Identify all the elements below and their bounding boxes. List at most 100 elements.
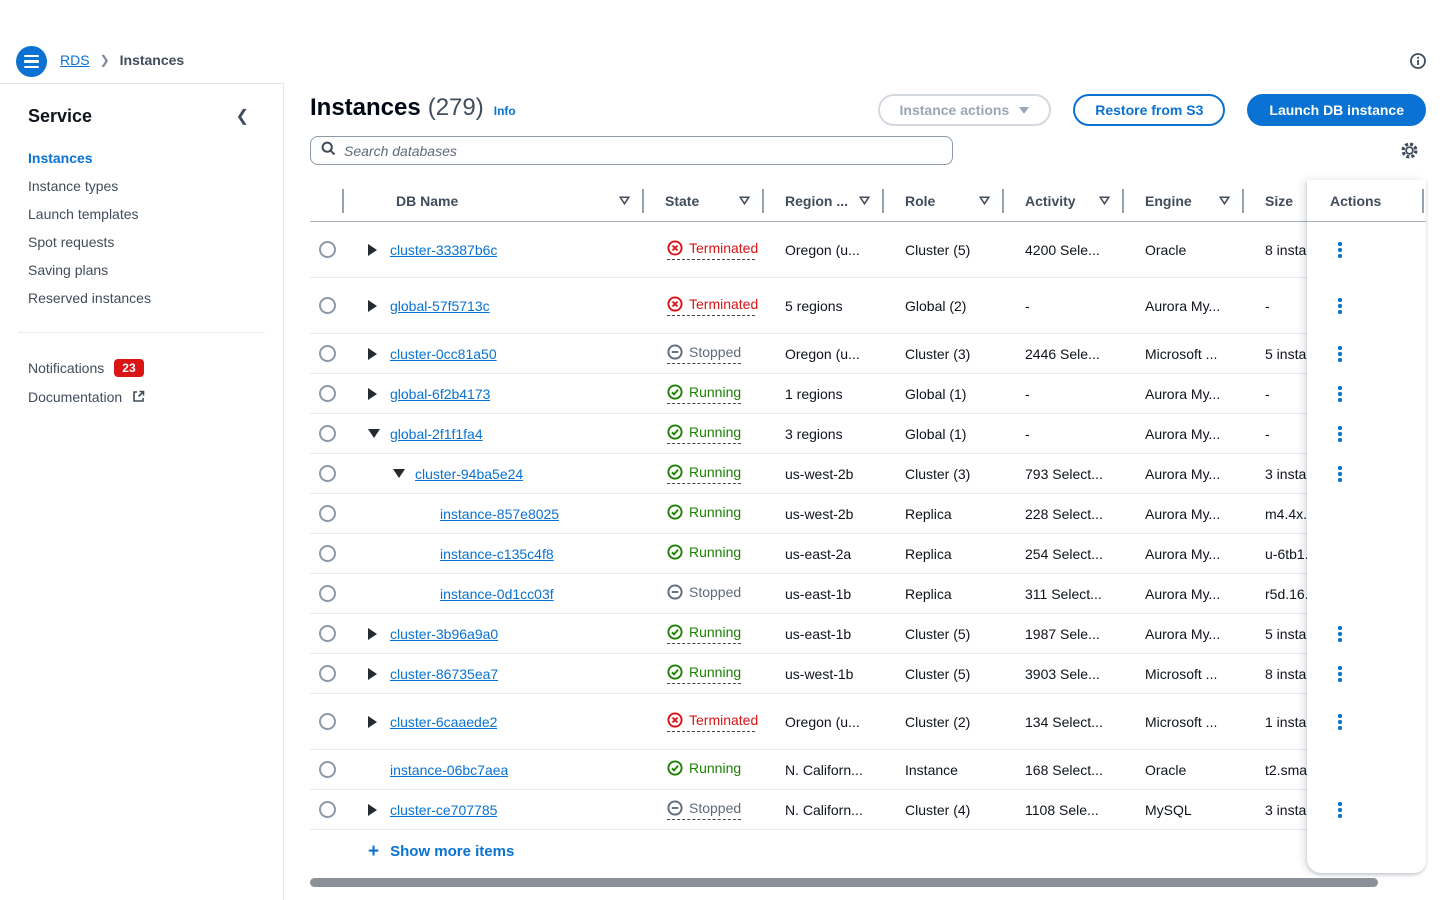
row-actions-kebab[interactable] xyxy=(1334,238,1346,262)
db-name-link[interactable]: global-2f1f1fa4 xyxy=(390,426,483,442)
db-name-link[interactable]: cluster-3b96a9a0 xyxy=(390,626,498,642)
state-indicator[interactable]: Running xyxy=(667,383,741,405)
role-cell: Cluster (2) xyxy=(884,714,1004,730)
launch-db-instance-button[interactable]: Launch DB instance xyxy=(1247,94,1426,126)
state-indicator[interactable]: Running xyxy=(667,423,741,445)
state-indicator[interactable]: Terminated xyxy=(667,711,755,733)
table-row: instance-0d1cc03fStoppedus-east-1bReplic… xyxy=(310,574,1426,614)
db-name-link[interactable]: cluster-94ba5e24 xyxy=(415,466,523,482)
row-select-radio[interactable] xyxy=(319,585,336,602)
db-name-link[interactable]: instance-c135c4f8 xyxy=(440,546,554,562)
sidebar-item-notifications[interactable]: Notifications 23 xyxy=(28,353,255,382)
row-select-radio[interactable] xyxy=(319,345,336,362)
breadcrumb: RDS ❯ Instances xyxy=(60,52,184,68)
instance-actions-button[interactable]: Instance actions xyxy=(878,94,1052,126)
db-name-link[interactable]: cluster-6caaede2 xyxy=(390,714,497,730)
terminated-icon xyxy=(667,240,683,256)
expand-toggle-icon[interactable] xyxy=(368,244,380,256)
menu-hamburger-icon[interactable] xyxy=(16,46,47,77)
row-actions-kebab[interactable] xyxy=(1334,382,1346,406)
db-name-link[interactable]: instance-0d1cc03f xyxy=(440,586,554,602)
row-actions-kebab[interactable] xyxy=(1334,294,1346,318)
triangle-right-icon xyxy=(368,668,377,680)
db-name-link[interactable]: cluster-0cc81a50 xyxy=(390,346,497,362)
show-more-items[interactable]: + Show more items xyxy=(310,830,1426,873)
row-actions-kebab[interactable] xyxy=(1334,422,1346,446)
db-name-link[interactable]: instance-06bc7aea xyxy=(390,762,508,778)
state-indicator[interactable]: Terminated xyxy=(667,239,755,261)
sidebar-collapse-icon[interactable]: ❮ xyxy=(230,104,255,128)
sort-icon[interactable] xyxy=(619,196,644,205)
state-cell: Running xyxy=(644,759,764,780)
row-actions-kebab[interactable] xyxy=(1334,462,1346,486)
expand-toggle-icon[interactable] xyxy=(368,429,380,438)
db-name-link[interactable]: cluster-86735ea7 xyxy=(390,666,498,682)
state-indicator[interactable]: Running xyxy=(667,623,741,645)
sidebar-item-instances[interactable]: Instances xyxy=(28,144,255,172)
sidebar-item-spot-requests[interactable]: Spot requests xyxy=(28,228,255,256)
row-select-radio[interactable] xyxy=(319,801,336,818)
row-select-radio[interactable] xyxy=(319,241,336,258)
horizontal-scrollbar[interactable] xyxy=(310,878,1378,887)
expand-toggle-icon[interactable] xyxy=(368,628,380,640)
row-actions-kebab[interactable] xyxy=(1334,342,1346,366)
settings-gear-icon[interactable] xyxy=(1399,140,1420,166)
state-indicator[interactable]: Stopped xyxy=(667,799,741,821)
sort-icon[interactable] xyxy=(979,196,1004,205)
row-select-radio[interactable] xyxy=(319,761,336,778)
search-input[interactable] xyxy=(344,143,942,159)
row-select-radio[interactable] xyxy=(319,385,336,402)
sidebar-item-saving-plans[interactable]: Saving plans xyxy=(28,256,255,284)
expand-toggle-icon[interactable] xyxy=(368,668,380,680)
db-name-link[interactable]: instance-857e8025 xyxy=(440,506,559,522)
rds-instances-page: RDS ❯ Instances Service ❮ InstancesInsta… xyxy=(0,0,1450,900)
expand-toggle-icon[interactable] xyxy=(393,469,405,478)
sort-icon[interactable] xyxy=(859,196,884,205)
row-select-radio[interactable] xyxy=(319,297,336,314)
sort-icon[interactable] xyxy=(739,196,764,205)
row-select-radio[interactable] xyxy=(319,665,336,682)
row-actions-kebab[interactable] xyxy=(1334,710,1346,734)
sidebar-item-launch-templates[interactable]: Launch templates xyxy=(28,200,255,228)
engine-cell: Aurora My... xyxy=(1124,506,1244,522)
state-indicator: Running xyxy=(667,503,741,524)
sidebar-item-documentation[interactable]: Documentation xyxy=(28,382,255,411)
breadcrumb-rds-link[interactable]: RDS xyxy=(60,52,90,68)
sidebar-item-instance-types[interactable]: Instance types xyxy=(28,172,255,200)
row-select-radio[interactable] xyxy=(319,545,336,562)
row-actions-kebab[interactable] xyxy=(1334,662,1346,686)
state-indicator: Running xyxy=(667,759,741,780)
sort-icon[interactable] xyxy=(1099,196,1124,205)
row-actions-kebab[interactable] xyxy=(1334,798,1346,822)
row-actions-kebab[interactable] xyxy=(1334,622,1346,646)
sort-icon[interactable] xyxy=(1219,196,1244,205)
expand-toggle-icon[interactable] xyxy=(368,348,380,360)
row-select-radio[interactable] xyxy=(319,425,336,442)
state-label: Terminated xyxy=(689,295,755,314)
sidebar-item-reserved-instances[interactable]: Reserved instances xyxy=(28,284,255,312)
expand-toggle-icon[interactable] xyxy=(368,716,380,728)
restore-from-s3-button[interactable]: Restore from S3 xyxy=(1073,94,1225,126)
info-circle-icon[interactable] xyxy=(1409,52,1427,75)
row-select-radio[interactable] xyxy=(319,713,336,730)
expand-toggle-icon[interactable] xyxy=(368,300,380,312)
state-indicator[interactable]: Terminated xyxy=(667,295,755,317)
db-name-link[interactable]: global-6f2b4173 xyxy=(390,386,490,402)
row-select-radio[interactable] xyxy=(319,625,336,642)
info-link[interactable]: Info xyxy=(494,104,516,118)
db-name-link[interactable]: global-57f5713c xyxy=(390,298,490,314)
expand-toggle-icon[interactable] xyxy=(368,388,380,400)
terminated-icon xyxy=(667,296,683,312)
state-indicator[interactable]: Running xyxy=(667,463,741,485)
state-indicator[interactable]: Running xyxy=(667,663,741,685)
row-select-radio[interactable] xyxy=(319,465,336,482)
db-name-link[interactable]: cluster-ce707785 xyxy=(390,802,497,818)
running-icon xyxy=(667,760,683,776)
state-indicator[interactable]: Stopped xyxy=(667,343,741,365)
db-name-cell: cluster-86735ea7 xyxy=(344,666,644,682)
row-select-radio[interactable] xyxy=(319,505,336,522)
actions-cell xyxy=(1307,574,1426,614)
expand-toggle-icon[interactable] xyxy=(368,804,380,816)
db-name-link[interactable]: cluster-33387b6c xyxy=(390,242,497,258)
table-row: instance-857e8025Runningus-west-2bReplic… xyxy=(310,494,1426,534)
